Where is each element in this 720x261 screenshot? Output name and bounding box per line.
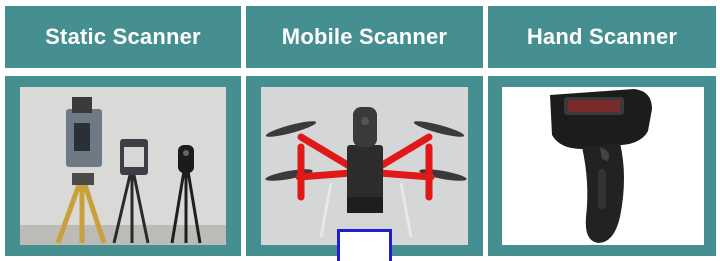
selection-marker: [337, 229, 392, 261]
mobile-scanner-drone-image: [261, 87, 468, 245]
header-label: Static Scanner: [45, 24, 201, 49]
header-hand-scanner: Hand Scanner: [488, 6, 716, 68]
cell-hand-scanner: [488, 76, 716, 256]
header-static-scanner: Static Scanner: [5, 6, 241, 68]
header-label: Mobile Scanner: [281, 24, 448, 49]
header-mobile-scanner: Mobile Scanner: [246, 6, 483, 68]
hand-barcode-scanner-image: [502, 87, 704, 245]
static-scanner-tripods-image: [20, 87, 226, 245]
scanner-comparison-table: Static Scanner Mobile Scanner Hand Scann…: [0, 0, 720, 261]
cell-static-scanner: [5, 76, 241, 256]
header-label: Hand Scanner: [526, 24, 678, 49]
